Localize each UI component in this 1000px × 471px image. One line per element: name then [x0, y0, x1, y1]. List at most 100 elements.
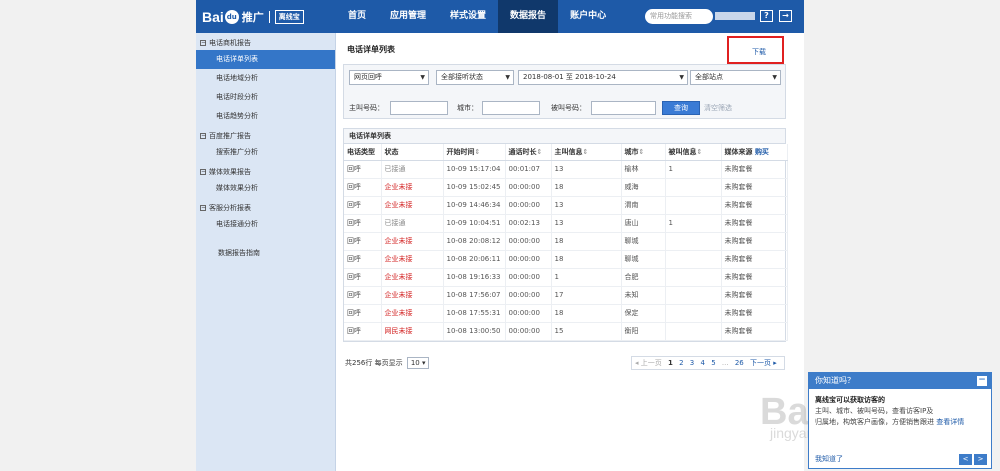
total-rows: 共256行 每页显示 — [345, 359, 403, 367]
page-4[interactable]: 4 — [701, 359, 705, 367]
tip-more-link[interactable]: 查看详情 — [936, 418, 964, 426]
tab-home[interactable]: 首页 — [336, 0, 378, 33]
collapse-icon: − — [200, 132, 207, 139]
tip-line-3: 归属地，构筑客户画像，方便销售跟进 — [815, 418, 934, 426]
baidu-logo[interactable]: Bai du 推广 离线宝 — [202, 8, 304, 26]
cell-caller: 18 — [551, 178, 622, 197]
cell-source: 未购套餐 — [721, 250, 788, 269]
cell-duration: 00:00:00 — [505, 232, 552, 251]
cell-caller: 18 — [551, 304, 622, 323]
cell-start-time: 10-09 15:02:45 — [443, 178, 506, 197]
cell-city: 威海 — [621, 178, 666, 197]
chevron-down-icon: ▼ — [420, 74, 425, 81]
table-row: 回呼 企业未接 10-08 19:16:33 00:00:00 1 合肥 未购套餐 — [344, 268, 788, 287]
search-input[interactable]: 常用功能搜索 — [645, 9, 713, 24]
page-last[interactable]: 26 — [735, 359, 744, 367]
status-value: 全部接听状态 — [441, 73, 483, 81]
status-select[interactable]: 全部接听状态 ▼ — [436, 70, 514, 85]
site-select[interactable]: 全部站点 ▼ — [690, 70, 781, 85]
tip-title: 你知道吗？ — [809, 373, 991, 389]
tab-account-center[interactable]: 账户中心 — [558, 0, 618, 33]
cell-source: 未购套餐 — [721, 304, 788, 323]
cell-city: 聊城 — [621, 232, 666, 251]
pagination: ◂ 上一页 1 2 3 4 5 ... 26 下一页 ▸ — [631, 356, 785, 370]
cell-type: 回呼 — [344, 322, 382, 341]
tab-data-report[interactable]: 数据报告 — [498, 0, 559, 33]
page-1[interactable]: 1 — [668, 359, 673, 367]
header-start-time[interactable]: 开始时间⇕ — [443, 144, 506, 161]
cell-status: 企业未接 — [381, 196, 444, 215]
sort-icon: ⇕ — [582, 147, 589, 156]
cell-type: 回呼 — [344, 214, 382, 233]
cell-callee — [665, 232, 722, 251]
prev-page-button[interactable]: ◂ 上一页 — [635, 359, 662, 367]
cell-start-time: 10-08 20:08:12 — [443, 232, 506, 251]
cell-duration: 00:00:00 — [505, 250, 552, 269]
user-name-redacted[interactable] — [715, 12, 755, 20]
query-button[interactable]: 查询 — [662, 101, 700, 115]
table-row: 回呼 已接通 10-09 15:17:04 00:01:07 13 榆林 1 未购套餐 — [344, 160, 788, 179]
cell-city: 榆林 — [621, 160, 666, 179]
table-row: 回呼 企业未接 10-08 17:56:07 00:00:00 17 未知 未购套餐 — [344, 286, 788, 305]
tip-prev-button[interactable]: < — [959, 454, 972, 465]
tab-app-management[interactable]: 应用管理 — [378, 0, 438, 33]
help-icon[interactable]: ? — [760, 10, 773, 22]
buy-link[interactable]: 购买 — [755, 148, 769, 156]
cell-duration: 00:00:00 — [505, 196, 552, 215]
call-type-value: 网页回呼 — [354, 73, 382, 81]
logo-product: 离线宝 — [274, 10, 304, 24]
cell-source: 未购套餐 — [721, 178, 788, 197]
sidebar: − 电话商机报告 电话详单列表 电话地域分析 电话时段分析 电话趋势分析 − 百度推… — [196, 33, 336, 471]
header-callee[interactable]: 被叫信息⇕ — [665, 144, 722, 161]
sidebar-group-media[interactable]: − 媒体效果报告 — [196, 166, 335, 179]
table-header-row: 电话类型 状态 开始时间⇕ 通话时长⇕ 主叫信息⇕ 城市⇕ 被叫信息⇕ 媒体来源… — [344, 144, 788, 161]
table-row: 回呼 企业未接 10-08 17:55:31 00:00:00 18 保定 未购套餐 — [344, 304, 788, 323]
call-table-panel: 电话详单列表 电话类型 状态 开始时间⇕ 通话时长⇕ 主叫信息⇕ 城市⇕ 被叫信… — [343, 128, 788, 342]
page-size-select[interactable]: 10 ▾ — [406, 357, 430, 369]
tab-style-settings[interactable]: 样式设置 — [438, 0, 498, 33]
cell-city: 唐山 — [621, 214, 666, 233]
call-type-select[interactable]: 网页回呼 ▼ — [349, 70, 429, 85]
header-duration[interactable]: 通话时长⇕ — [505, 144, 552, 161]
tip-dismiss-link[interactable]: 我知道了 — [815, 454, 843, 464]
city-input[interactable] — [482, 101, 540, 115]
sidebar-item-region[interactable]: 电话地域分析 — [196, 69, 335, 88]
logout-icon[interactable]: → — [779, 10, 792, 22]
header-caller[interactable]: 主叫信息⇕ — [551, 144, 622, 161]
sidebar-item-media-effect[interactable]: 媒体效果分析 — [196, 179, 335, 198]
date-range-select[interactable]: 2018-08-01 至 2018-10-24 ▼ — [518, 70, 688, 85]
cell-type: 回呼 — [344, 286, 382, 305]
tip-popup: 你知道吗？ − 离线宝可以获取访客的 主叫、城市、被叫号码，查看访客IP及 归属… — [808, 372, 992, 469]
sidebar-group-label: 媒体效果报告 — [209, 168, 251, 176]
sidebar-group-phone[interactable]: − 电话商机报告 — [196, 37, 335, 50]
cell-caller: 1 — [551, 268, 622, 287]
sidebar-group-promotion[interactable]: − 百度推广报告 — [196, 130, 335, 143]
minimize-icon[interactable]: − — [977, 376, 987, 386]
clear-filter-link[interactable]: 清空筛选 — [704, 101, 732, 115]
sidebar-item-call-list[interactable]: 电话详单列表 — [196, 50, 335, 69]
download-link[interactable]: 下载 — [752, 47, 766, 57]
callee-input[interactable] — [591, 101, 656, 115]
page-3[interactable]: 3 — [690, 359, 694, 367]
cell-status: 企业未接 — [381, 232, 444, 251]
sidebar-group-service[interactable]: − 客服分析报表 — [196, 202, 335, 215]
sidebar-item-time[interactable]: 电话时段分析 — [196, 88, 335, 107]
logo-bai: Bai — [202, 9, 224, 25]
cell-status: 已接通 — [381, 160, 444, 179]
cell-city: 合肥 — [621, 268, 666, 287]
tip-next-button[interactable]: > — [974, 454, 987, 465]
caller-input[interactable] — [390, 101, 448, 115]
table-row: 回呼 已接通 10-09 10:04:51 00:02:13 13 唐山 1 未购套餐 — [344, 214, 788, 233]
sidebar-item-guide[interactable]: 数据报告指南 — [196, 246, 335, 260]
cell-source: 未购套餐 — [721, 196, 788, 215]
cell-type: 回呼 — [344, 268, 382, 287]
sidebar-item-search-promo[interactable]: 搜索推广分析 — [196, 143, 335, 162]
sidebar-item-trend[interactable]: 电话趋势分析 — [196, 107, 335, 126]
header-city[interactable]: 城市⇕ — [621, 144, 666, 161]
page-5[interactable]: 5 — [711, 359, 715, 367]
sidebar-item-connect[interactable]: 电话接通分析 — [196, 215, 335, 234]
cell-status: 企业未接 — [381, 268, 444, 287]
chevron-down-icon: ▼ — [679, 74, 684, 81]
page-2[interactable]: 2 — [679, 359, 683, 367]
next-page-button[interactable]: 下一页 ▸ — [750, 359, 777, 367]
